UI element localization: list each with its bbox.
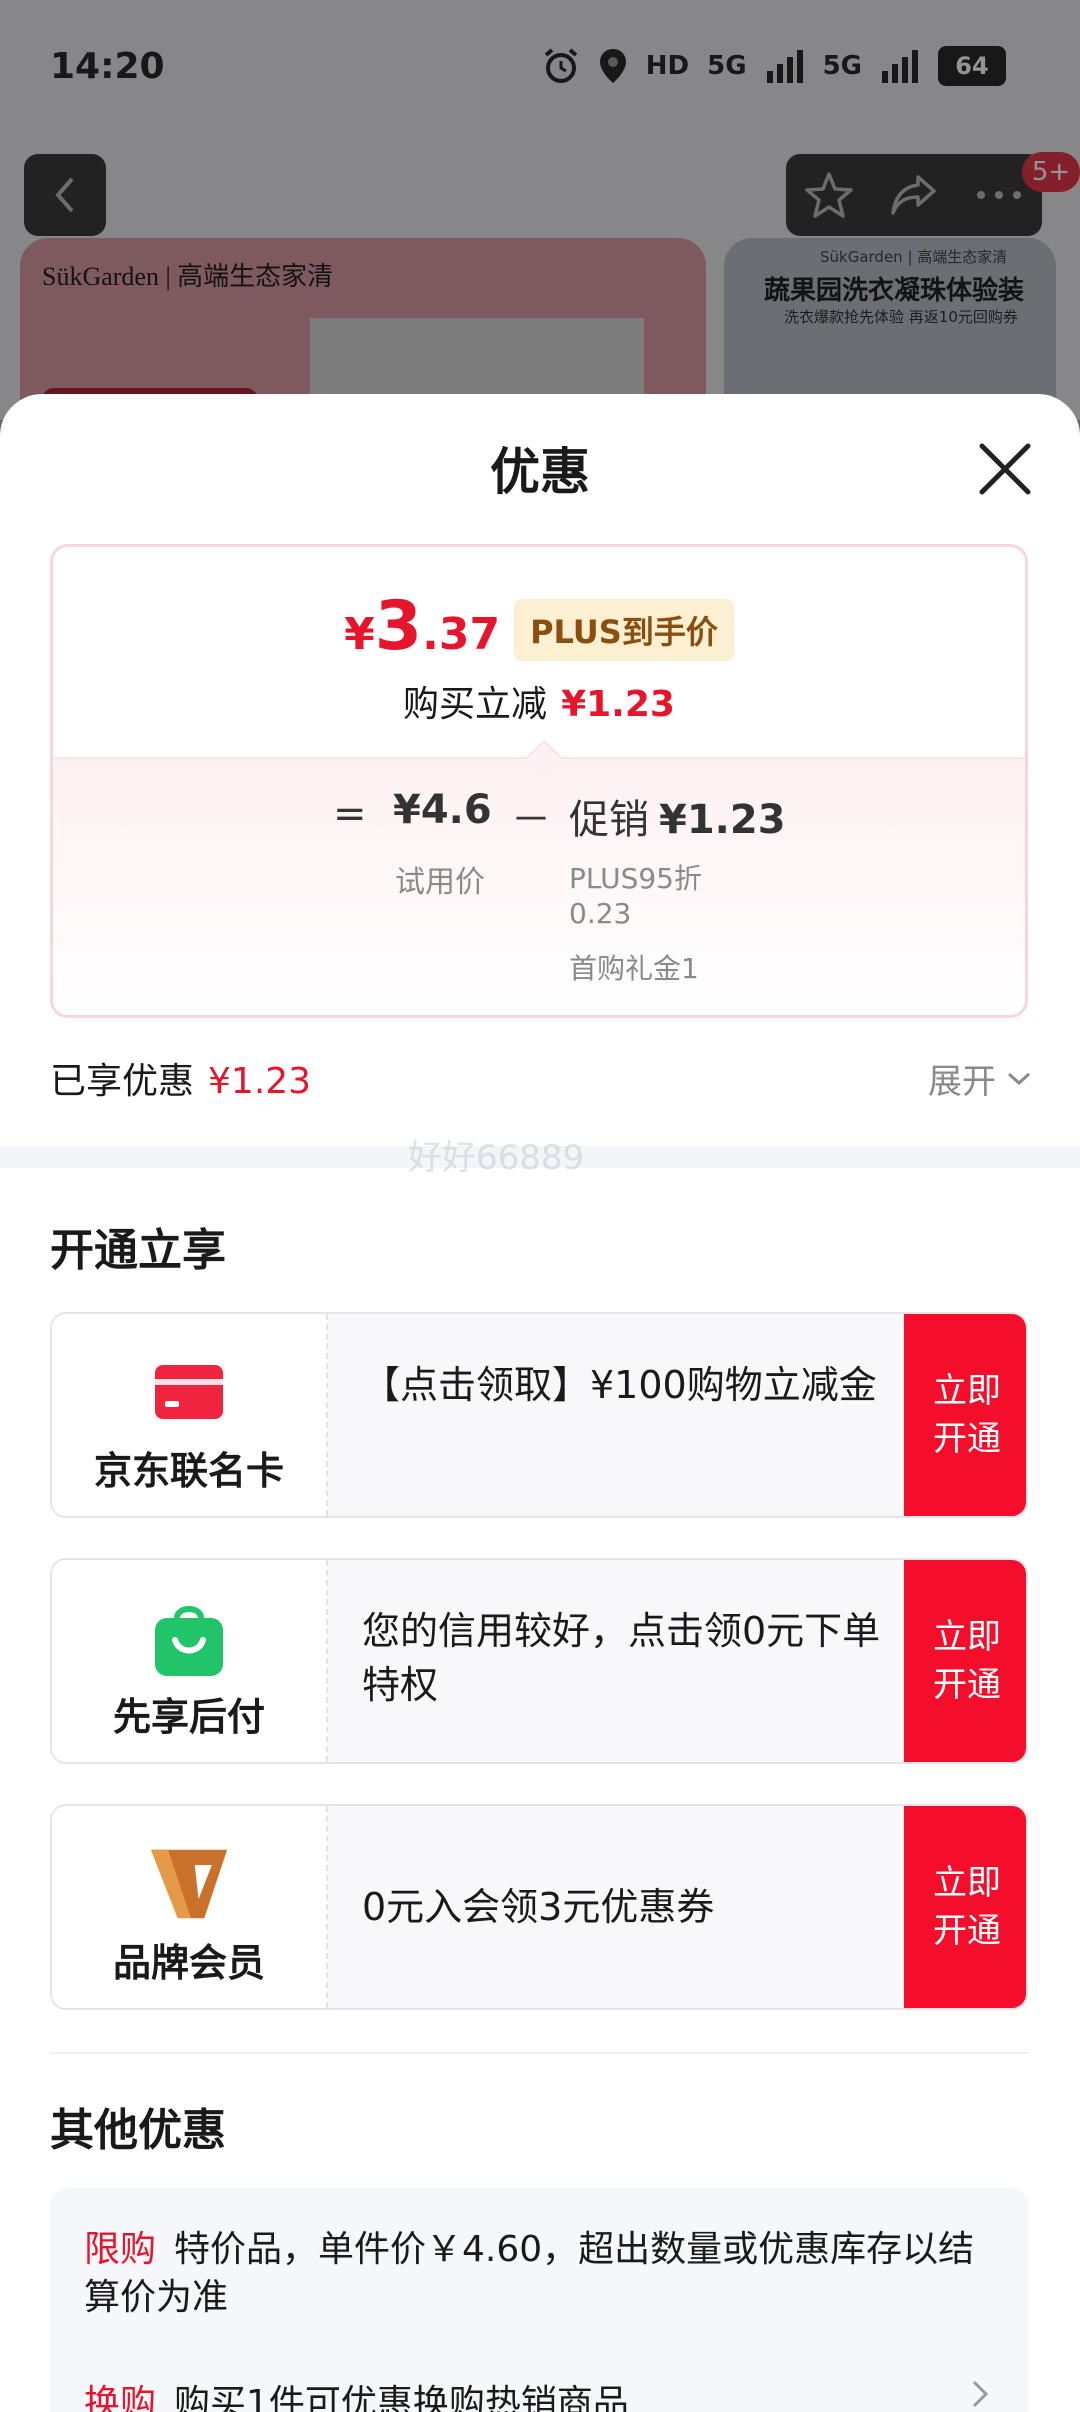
discount-sheet: 优惠 ¥ 3 .37 PLUS到手价 购买立减 ¥1.23 = ¥4.6 试用价 …	[0, 394, 1080, 2412]
sheet-title: 优惠	[490, 443, 590, 501]
offer-name: 品牌会员	[112, 1941, 265, 1985]
chevron-down-icon	[1007, 1072, 1031, 1085]
final-price: ¥ 3 .37 PLUS到手价	[53, 587, 1025, 667]
watermark: 好好66889	[408, 1138, 585, 1178]
offer-card-pay-later[interactable]: 先享后付 您的信用较好，点击领0元下单特权 立即开通	[50, 1558, 1028, 1764]
promo-discount: 促销 ¥1.23	[569, 787, 786, 845]
offer-left: 先享后付	[52, 1560, 328, 1762]
open-now-label: 立即开通	[933, 1371, 1001, 1459]
divider-line	[50, 2052, 1028, 2054]
enjoyed-amount: ¥1.23	[208, 1061, 312, 1102]
price-decimal: .37	[422, 609, 501, 660]
price-top: ¥ 3 .37 PLUS到手价 购买立减 ¥1.23	[53, 547, 1025, 757]
promo-label: 促销	[569, 797, 649, 843]
price-summary-card: ¥ 3 .37 PLUS到手价 购买立减 ¥1.23 = ¥4.6 试用价 － 促…	[50, 544, 1028, 1018]
offer-description: 0元入会领3元优惠券	[362, 1885, 715, 1929]
chevron-right-icon[interactable]	[970, 2378, 990, 2410]
expand-label: 展开	[928, 1062, 996, 1102]
price-integer: 3	[374, 587, 423, 666]
reduction-label: 购买立减	[403, 684, 548, 725]
equals-sign: =	[333, 791, 367, 837]
promo-detail-plus: PLUS95折	[569, 862, 702, 895]
shopping-bag-icon	[149, 1598, 229, 1678]
dim-overlay[interactable]	[0, 0, 1080, 420]
reduction-amount: ¥1.23	[561, 684, 675, 725]
promo-amount: ¥1.23	[659, 797, 786, 843]
limit-text: 特价品，单件价￥4.60，超出数量或优惠库存以结算价为准	[84, 2229, 975, 2318]
other-section-title: 其他优惠	[50, 2105, 226, 2156]
offer-card-brand-member[interactable]: 品牌会员 0元入会领3元优惠券 立即开通	[50, 1804, 1028, 2010]
open-section-title: 开通立享	[50, 1225, 226, 1276]
enjoyed-discount: 已享优惠 ¥1.23	[50, 1052, 311, 1104]
close-button[interactable]	[974, 438, 1036, 500]
other-offer-limit: 限购 特价品，单件价￥4.60，超出数量或优惠库存以结算价为准	[84, 2226, 984, 2322]
plus-price-tag: PLUS到手价	[514, 599, 734, 661]
trial-price-label: 试用价	[395, 865, 485, 900]
offer-name: 京东联名卡	[93, 1449, 284, 1493]
promo-detail-first-gift: 首购礼金1	[569, 952, 699, 985]
purchase-reduction: 购买立减 ¥1.23	[53, 675, 1025, 727]
offer-card-jd-card[interactable]: 京东联名卡 【点击领取】¥100购物立减金 立即开通	[50, 1312, 1028, 1518]
minus-sign: －	[511, 797, 551, 843]
open-now-button[interactable]: 立即开通	[904, 1314, 1026, 1516]
open-now-button[interactable]: 立即开通	[904, 1806, 1026, 2008]
brand-v-icon	[149, 1844, 229, 1924]
offer-left: 品牌会员	[52, 1806, 328, 2008]
expand-button[interactable]: 展开	[928, 1054, 1032, 1103]
open-now-label: 立即开通	[933, 1863, 1001, 1951]
price-currency: ¥	[344, 609, 375, 660]
open-now-button[interactable]: 立即开通	[904, 1560, 1026, 1762]
promo-detail-plus-amount: 0.23	[569, 897, 632, 930]
offer-description: 您的信用较好，点击领0元下单特权	[362, 1609, 881, 1707]
offer-description: 【点击领取】¥100购物立减金	[362, 1363, 877, 1407]
exchange-tag: 换购	[84, 2383, 157, 2412]
exchange-text: 购买1件可优惠换购热销商品	[174, 2383, 629, 2412]
credit-card-icon	[149, 1352, 229, 1432]
open-now-label: 立即开通	[933, 1617, 1001, 1705]
trial-price: ¥4.6	[393, 787, 492, 833]
offer-left: 京东联名卡	[52, 1314, 328, 1516]
other-offer-exchange[interactable]: 换购 购买1件可优惠换购热销商品	[84, 2374, 944, 2412]
other-offers-list: 限购 特价品，单件价￥4.60，超出数量或优惠库存以结算价为准 换购 购买1件可优惠…	[50, 2188, 1028, 2412]
limit-tag: 限购	[84, 2229, 157, 2270]
offer-name: 先享后付	[112, 1695, 265, 1739]
close-icon	[979, 443, 1031, 495]
enjoyed-label: 已享优惠	[50, 1061, 195, 1102]
